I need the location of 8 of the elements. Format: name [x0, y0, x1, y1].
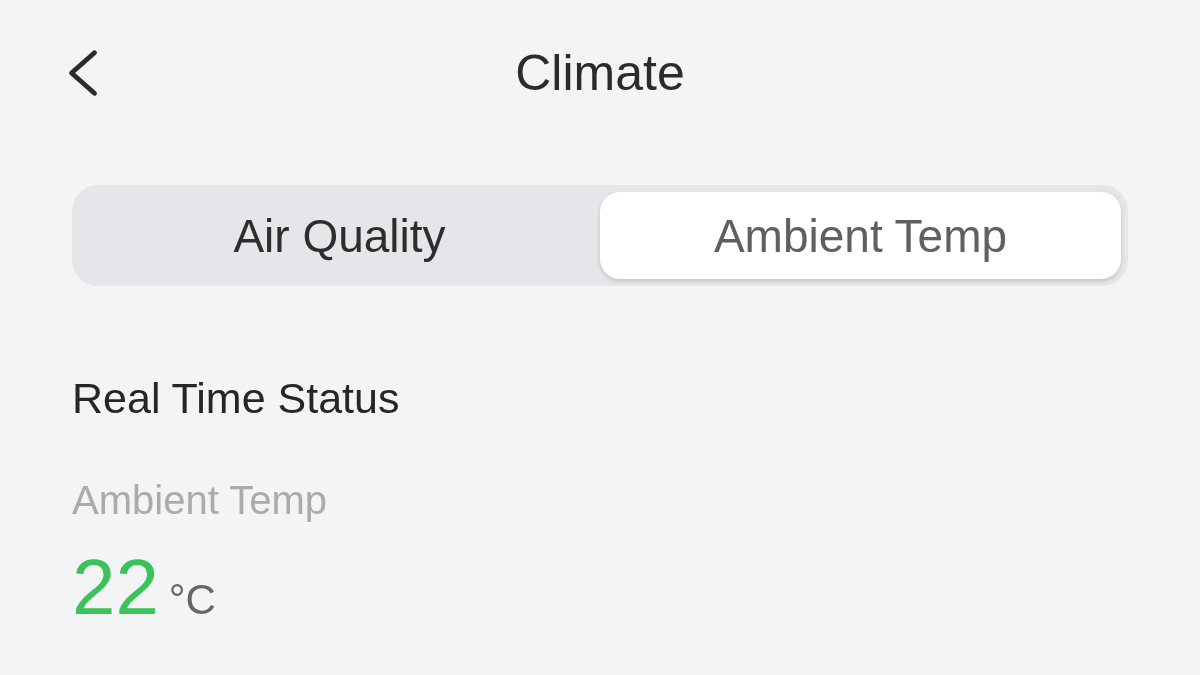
- reading-value: 22: [72, 542, 159, 632]
- page-title: Climate: [515, 44, 685, 103]
- tab[interactable]: Air Quality: [79, 192, 600, 279]
- reading-unit: °C: [168, 576, 216, 624]
- reading-label: Ambient Temp: [72, 477, 327, 524]
- tab[interactable]: Ambient Temp: [600, 192, 1121, 279]
- section-heading: Real Time Status: [72, 373, 400, 424]
- chevron-left-icon[interactable]: [68, 49, 98, 97]
